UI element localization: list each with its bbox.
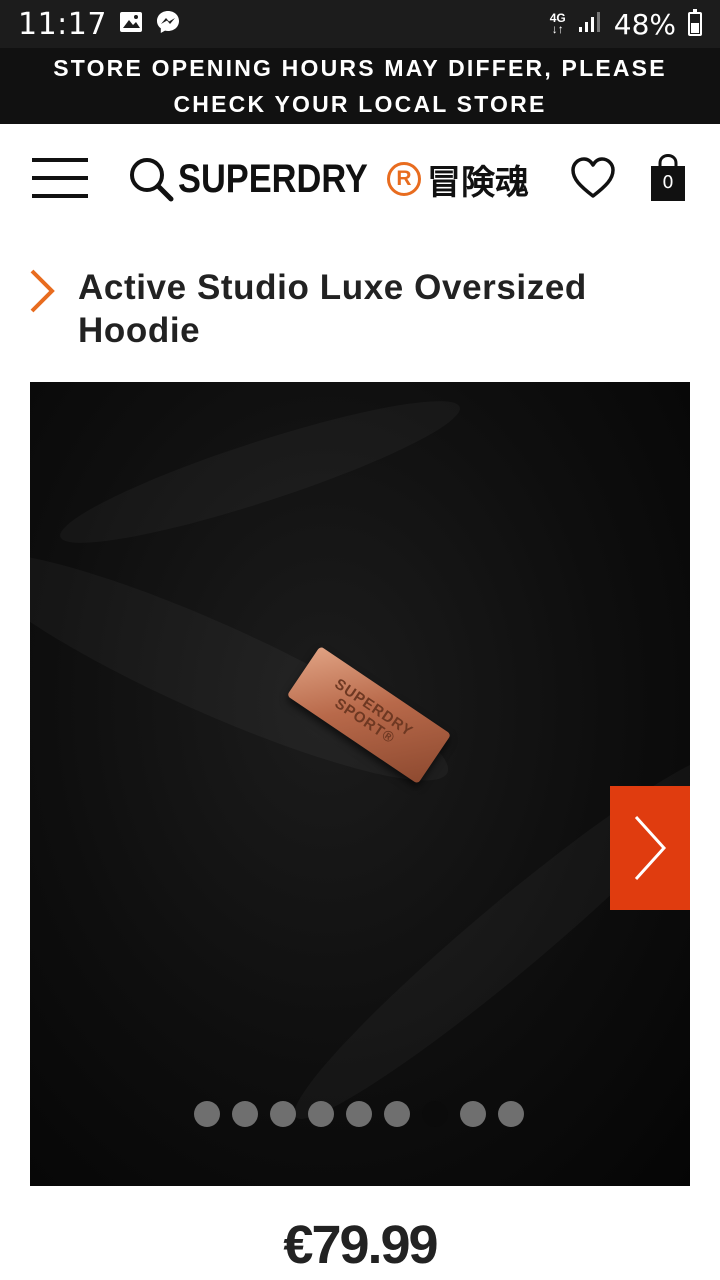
image-icon <box>119 11 143 38</box>
gallery-dot[interactable] <box>384 1101 410 1127</box>
store-hours-banner: STORE OPENING HOURS MAY DIFFER, PLEASE C… <box>0 48 720 124</box>
gallery-dot[interactable] <box>460 1101 486 1127</box>
chevron-right-icon <box>634 815 667 881</box>
battery-icon <box>688 9 702 36</box>
network-type: 4G ↓↑ <box>549 11 566 36</box>
gallery-dot[interactable] <box>422 1101 448 1127</box>
product-price: €79.99 <box>283 1215 438 1275</box>
site-header: SUPERDRY R 冒険魂 0 <box>0 124 720 236</box>
shopping-bag-button[interactable]: 0 <box>650 153 686 202</box>
logo-japanese: 冒険魂 <box>427 162 529 203</box>
registered-mark: R <box>387 162 421 196</box>
gallery-dot[interactable] <box>308 1101 334 1127</box>
product-title: Active Studio Luxe Oversized Hoodie <box>78 268 587 350</box>
superdry-logo[interactable]: SUPERDRY R 冒険魂 <box>178 154 529 204</box>
bag-count: 0 <box>662 172 674 193</box>
gallery-dot[interactable] <box>498 1101 524 1127</box>
gallery-dot[interactable] <box>270 1101 296 1127</box>
back-chevron-button[interactable] <box>28 268 56 314</box>
status-bar: 11:17 4G ↓↑ 48% <box>0 0 720 48</box>
battery-percent: 48% <box>613 7 676 41</box>
gallery-dot[interactable] <box>346 1101 372 1127</box>
signal-icon <box>578 10 602 39</box>
menu-icon <box>32 158 88 162</box>
gallery-pagination <box>194 1101 524 1127</box>
product-image-gallery[interactable] <box>30 382 690 1186</box>
gallery-next-button[interactable] <box>610 786 690 910</box>
messenger-icon <box>155 9 181 40</box>
banner-text: STORE OPENING HOURS MAY DIFFER, PLEASE C… <box>53 55 667 117</box>
wishlist-button[interactable] <box>570 156 616 200</box>
gallery-dot[interactable] <box>232 1101 258 1127</box>
search-icon <box>130 158 174 202</box>
chevron-right-icon <box>30 269 55 313</box>
logo-wordmark: SUPERDRY <box>178 156 368 201</box>
status-time: 11:17 <box>18 6 107 42</box>
gallery-dot[interactable] <box>194 1101 220 1127</box>
search-button[interactable] <box>128 156 174 202</box>
menu-button[interactable] <box>32 156 88 200</box>
heart-icon <box>571 157 615 198</box>
